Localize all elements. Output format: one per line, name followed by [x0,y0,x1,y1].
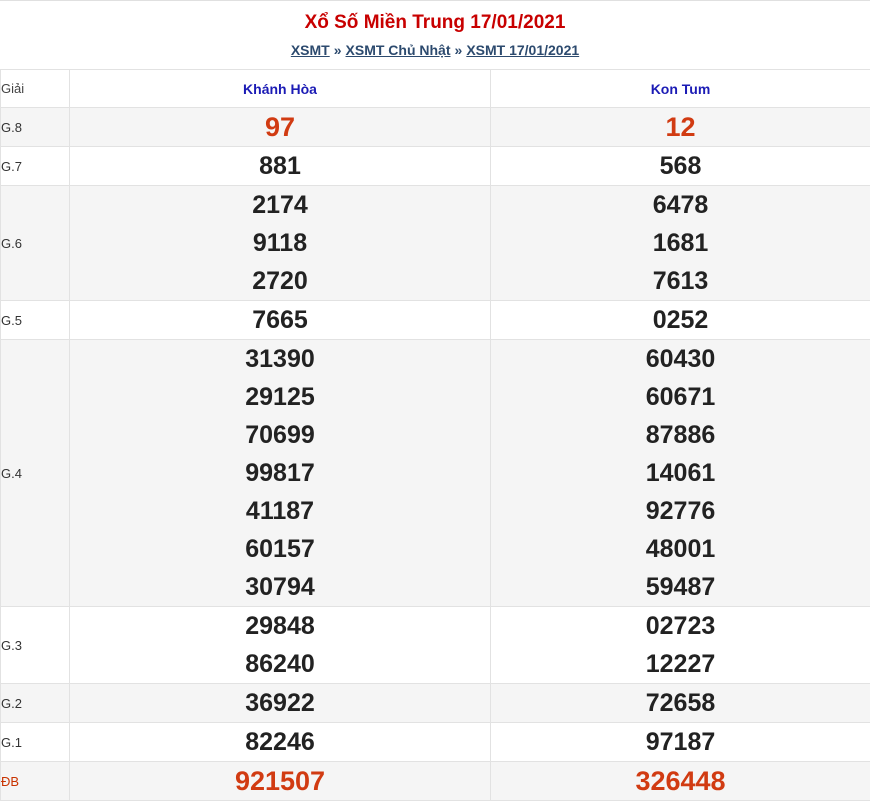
breadcrumb-separator: » [455,42,463,58]
prize-cell: 97 [70,108,491,147]
winning-number: 82246 [70,723,490,761]
winning-number: 48001 [491,530,870,568]
breadcrumb-link-xsmt[interactable]: XSMT [291,42,330,58]
winning-number: 12227 [491,645,870,683]
winning-number: 0252 [491,301,870,339]
winning-number: 568 [491,147,870,185]
prize-cell: 60430606718788614061927764800159487 [491,340,870,607]
winning-number: 14061 [491,454,870,492]
winning-number: 326448 [491,762,870,800]
table-row: G.89712 [1,108,870,147]
prize-cell: 36922 [70,684,491,723]
table-header-row: Giải Khánh Hòa Kon Tum [1,70,870,108]
prize-label: G.5 [1,301,70,340]
prize-cell: 326448 [491,762,870,801]
winning-number: 12 [491,108,870,146]
winning-number: 70699 [70,416,490,454]
winning-number: 2174 [70,186,490,224]
winning-number: 31390 [70,340,490,378]
prize-label: G.1 [1,723,70,762]
prize-cell: 568 [491,147,870,186]
winning-number: 30794 [70,568,490,606]
breadcrumb: XSMT»XSMT Chủ Nhật»XSMT 17/01/2021 [0,41,870,59]
breadcrumb-separator: » [334,42,342,58]
winning-number: 72658 [491,684,870,722]
winning-number: 97 [70,108,490,146]
prize-cell: 0272312227 [491,607,870,684]
prize-cell: 217491182720 [70,186,491,301]
prize-label: G.2 [1,684,70,723]
winning-number: 7613 [491,262,870,300]
province-header-kon-tum[interactable]: Kon Tum [491,70,870,108]
winning-number: 881 [70,147,490,185]
table-row: G.576650252 [1,301,870,340]
prize-cell: 97187 [491,723,870,762]
results-body: G.89712G.7881568G.6217491182720647816817… [1,108,870,801]
prize-column-header: Giải [1,70,70,108]
province-header-khanh-hoa[interactable]: Khánh Hòa [70,70,491,108]
winning-number: 41187 [70,492,490,530]
table-row: G.7881568 [1,147,870,186]
winning-number: 2720 [70,262,490,300]
winning-number: 60157 [70,530,490,568]
winning-number: 1681 [491,224,870,262]
table-row: G.23692272658 [1,684,870,723]
prize-cell: 82246 [70,723,491,762]
winning-number: 59487 [491,568,870,606]
results-table: Giải Khánh Hòa Kon Tum G.89712G.7881568G… [0,69,870,801]
winning-number: 87886 [491,416,870,454]
prize-cell: 921507 [70,762,491,801]
winning-number: 60671 [491,378,870,416]
winning-number: 9118 [70,224,490,262]
prize-label: G.7 [1,147,70,186]
table-row: G.6217491182720647816817613 [1,186,870,301]
table-row: G.18224697187 [1,723,870,762]
prize-cell: 0252 [491,301,870,340]
winning-number: 6478 [491,186,870,224]
prize-label: G.6 [1,186,70,301]
prize-label: ĐB [1,762,70,801]
prize-cell: 12 [491,108,870,147]
prize-cell: 647816817613 [491,186,870,301]
winning-number: 7665 [70,301,490,339]
winning-number: 92776 [491,492,870,530]
winning-number: 86240 [70,645,490,683]
prize-label: G.4 [1,340,70,607]
prize-cell: 72658 [491,684,870,723]
winning-number: 29848 [70,607,490,645]
prize-cell: 881 [70,147,491,186]
prize-label: G.8 [1,108,70,147]
results-header: Xổ Số Miền Trung 17/01/2021 XSMT»XSMT Ch… [0,0,870,69]
winning-number: 99817 [70,454,490,492]
table-row: ĐB921507326448 [1,762,870,801]
winning-number: 60430 [491,340,870,378]
prize-cell: 31390291257069999817411876015730794 [70,340,491,607]
winning-number: 36922 [70,684,490,722]
winning-number: 02723 [491,607,870,645]
prize-cell: 7665 [70,301,491,340]
breadcrumb-link-xsmt-date[interactable]: XSMT 17/01/2021 [466,42,579,58]
winning-number: 921507 [70,762,490,800]
winning-number: 97187 [491,723,870,761]
results-page: Xổ Số Miền Trung 17/01/2021 XSMT»XSMT Ch… [0,0,870,797]
table-row: G.329848862400272312227 [1,607,870,684]
winning-number: 29125 [70,378,490,416]
page-title: Xổ Số Miền Trung 17/01/2021 [0,11,870,35]
table-row: G.43139029125706999981741187601573079460… [1,340,870,607]
breadcrumb-link-xsmt-chu-nhat[interactable]: XSMT Chủ Nhật [346,42,451,58]
prize-label: G.3 [1,607,70,684]
prize-cell: 2984886240 [70,607,491,684]
